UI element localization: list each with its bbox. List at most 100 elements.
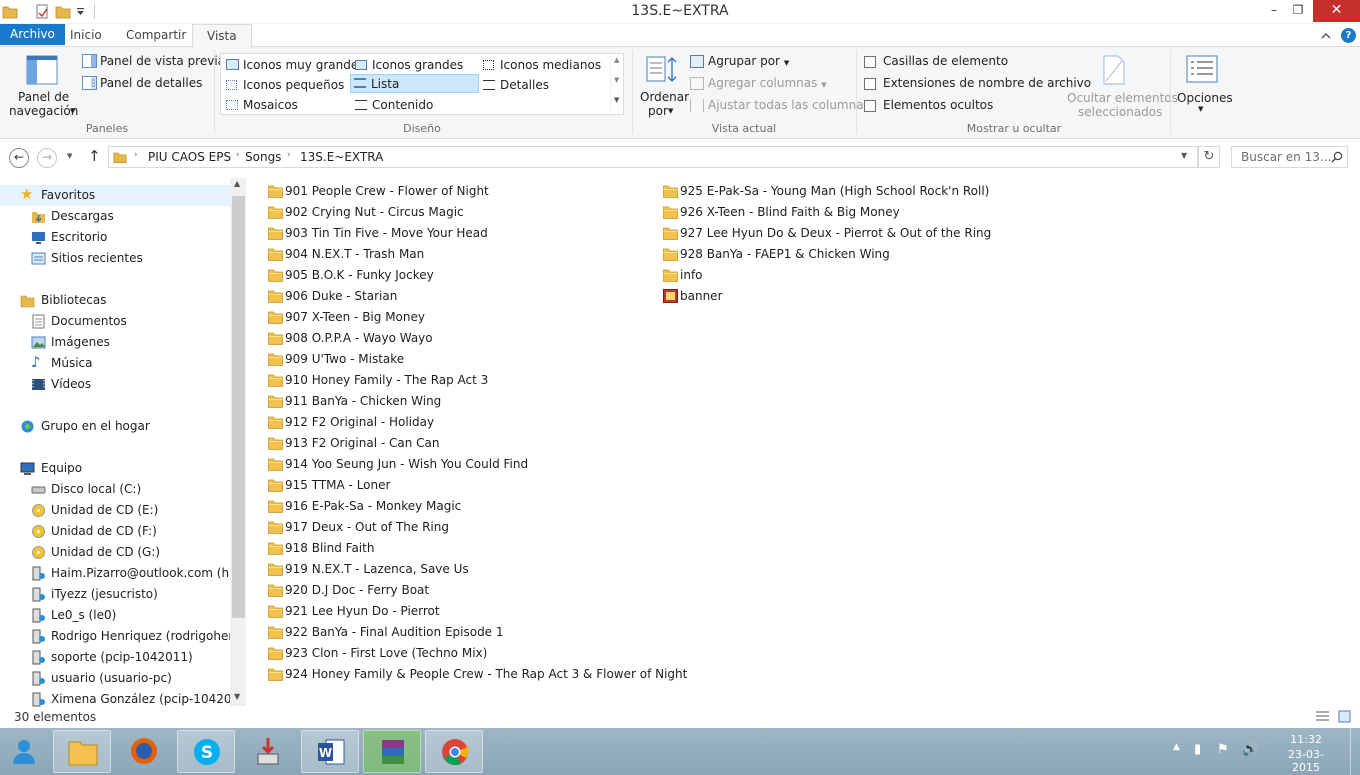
nav-network-user[interactable]: Rodrigo Henriquez (rodrigohenriq: [0, 626, 246, 647]
nav-videos[interactable]: Vídeos: [0, 374, 91, 395]
file-item[interactable]: 920 D.J Doc - Ferry Boat: [268, 580, 429, 601]
nav-network-user[interactable]: soporte (pcip-1042011): [0, 647, 193, 668]
file-item[interactable]: info: [663, 265, 703, 286]
file-item[interactable]: 926 X-Teen - Blind Faith & Big Money: [663, 202, 900, 223]
nav-favorites[interactable]: ★ Favoritos: [0, 185, 95, 206]
file-extensions-checkbox[interactable]: [864, 78, 876, 90]
nav-computer[interactable]: Equipo: [0, 458, 82, 479]
nav-libraries[interactable]: Bibliotecas: [0, 290, 106, 311]
nav-cd-drive-f[interactable]: Unidad de CD (F:): [0, 521, 157, 542]
taskbar-install[interactable]: [239, 730, 297, 773]
scroll-thumb[interactable]: [232, 196, 245, 618]
nav-homegroup[interactable]: Grupo en el hogar: [0, 416, 150, 437]
file-item[interactable]: 922 BanYa - Final Audition Episode 1: [268, 622, 504, 643]
clock[interactable]: 11:32 23-03-2015: [1275, 733, 1337, 774]
taskbar-word[interactable]: W: [301, 730, 359, 773]
file-item[interactable]: 923 Clon - First Love (Techno Mix): [268, 643, 487, 664]
options-button[interactable]: Opciones ▼: [1174, 51, 1233, 117]
nav-network-user[interactable]: usuario (usuario-pc): [0, 668, 172, 689]
back-button[interactable]: ←: [9, 148, 29, 168]
layout-content[interactable]: Contenido: [352, 96, 433, 115]
taskbar-file-explorer[interactable]: [53, 730, 111, 773]
layout-medium-icons[interactable]: Iconos medianos: [480, 56, 601, 75]
preview-pane-button[interactable]: Panel de vista previa: [100, 54, 225, 68]
breadcrumb-piu-caos-eps[interactable]: PIU CAOS EPS: [148, 150, 231, 164]
nav-music[interactable]: ♪ Música: [0, 353, 93, 374]
file-item[interactable]: 914 Yoo Seung Jun - Wish You Could Find: [268, 454, 528, 475]
file-item[interactable]: 913 F2 Original - Can Can: [268, 433, 439, 454]
file-item[interactable]: 909 U'Two - Mistake: [268, 349, 404, 370]
file-item[interactable]: 917 Deux - Out of The Ring: [268, 517, 449, 538]
details-pane-button[interactable]: Panel de detalles: [100, 76, 202, 90]
layout-large-icons[interactable]: Iconos grandes: [352, 56, 463, 75]
breadcrumb-separator-icon[interactable]: ›: [287, 150, 291, 160]
close-button[interactable]: ✕: [1313, 0, 1360, 22]
recent-locations-icon[interactable]: ▼: [67, 152, 72, 160]
navigation-pane-button[interactable]: Panel de navegación ▼: [6, 50, 78, 118]
item-checkboxes-checkbox[interactable]: [864, 56, 876, 68]
group-by-button[interactable]: Agrupar por ▼: [708, 54, 789, 68]
taskbar-firefox[interactable]: [115, 730, 173, 773]
refresh-button[interactable]: ↻: [1198, 146, 1220, 168]
breadcrumb-songs[interactable]: Songs: [245, 150, 281, 164]
file-item[interactable]: 912 F2 Original - Holiday: [268, 412, 434, 433]
layout-gallery-scroll[interactable]: ▲ ▼ ▼: [610, 54, 624, 114]
breadcrumb-separator-icon[interactable]: ›: [236, 150, 240, 160]
file-item[interactable]: 925 E-Pak-Sa - Young Man (High School Ro…: [663, 181, 989, 202]
file-item[interactable]: 910 Honey Family - The Rap Act 3: [268, 370, 488, 391]
layout-list[interactable]: Lista: [350, 74, 479, 93]
nav-documents[interactable]: Documentos: [0, 311, 127, 332]
large-icons-view-icon[interactable]: [1338, 710, 1351, 723]
file-item[interactable]: 903 Tin Tin Five - Move Your Head: [268, 223, 488, 244]
network-tray-icon[interactable]: ▮: [1194, 742, 1201, 757]
layout-details[interactable]: Detalles: [480, 76, 549, 95]
nav-scrollbar[interactable]: ▲ ▼: [230, 178, 246, 706]
taskbar-skype[interactable]: S: [177, 730, 235, 773]
show-hidden-icons-icon[interactable]: ▲: [1173, 742, 1180, 752]
tab-vista[interactable]: Vista: [192, 24, 252, 48]
forward-button[interactable]: →: [37, 148, 57, 168]
nav-pictures[interactable]: Imágenes: [0, 332, 110, 353]
scroll-up-icon[interactable]: ▲: [234, 179, 240, 188]
file-item[interactable]: 911 BanYa - Chicken Wing: [268, 391, 441, 412]
file-item[interactable]: 916 E-Pak-Sa - Monkey Magic: [268, 496, 461, 517]
show-desktop-button[interactable]: [1350, 728, 1360, 775]
expand-gallery-icon[interactable]: ▼: [614, 96, 619, 104]
breadcrumb-current[interactable]: 13S.E~EXTRA: [300, 150, 383, 164]
help-icon[interactable]: ?: [1341, 28, 1356, 43]
file-item[interactable]: 906 Duke - Starian: [268, 286, 397, 307]
file-item[interactable]: 904 N.EX.T - Trash Man: [268, 244, 424, 265]
file-item[interactable]: 919 N.EX.T - Lazenca, Save Us: [268, 559, 469, 580]
tab-compartir[interactable]: Compartir: [112, 24, 200, 47]
volume-icon[interactable]: 🔊: [1242, 742, 1258, 757]
nav-network-user[interactable]: iTyezz (jesucristo): [0, 584, 158, 605]
file-item[interactable]: 927 Lee Hyun Do & Deux - Pierrot & Out o…: [663, 223, 991, 244]
scroll-down-icon[interactable]: ▼: [614, 76, 619, 84]
details-view-icon[interactable]: [1315, 710, 1330, 723]
tab-inicio[interactable]: Inicio: [56, 24, 116, 47]
layout-small-icons[interactable]: Iconos pequeños: [223, 76, 344, 95]
collapse-ribbon-icon[interactable]: [1321, 32, 1331, 39]
scroll-up-icon[interactable]: ▲: [614, 56, 619, 64]
fit-columns-button[interactable]: Ajustar todas las columnas: [708, 98, 870, 112]
file-item[interactable]: 907 X-Teen - Big Money: [268, 307, 425, 328]
layout-extra-large-icons[interactable]: Iconos muy grandes: [223, 56, 364, 75]
maximize-button[interactable]: ❐: [1284, 0, 1312, 22]
nav-network-user[interactable]: Haim.Pizarro@outlook.com (haim: [0, 563, 246, 584]
up-arrow-icon[interactable]: ↑: [88, 147, 101, 165]
address-bar[interactable]: › PIU CAOS EPS › Songs › 13S.E~EXTRA › ▼: [108, 146, 1198, 168]
sort-by-button[interactable]: Ordenar por ▼: [638, 51, 689, 118]
breadcrumb-separator-icon[interactable]: ›: [134, 150, 138, 160]
search-input[interactable]: Buscar en 13...: [1231, 146, 1348, 168]
file-item[interactable]: 902 Crying Nut - Circus Magic: [268, 202, 464, 223]
file-item[interactable]: 924 Honey Family & People Crew - The Rap…: [268, 664, 687, 685]
file-item[interactable]: 908 O.P.P.A - Wayo Wayo: [268, 328, 433, 349]
action-center-icon[interactable]: ⚑: [1217, 742, 1229, 757]
nav-network-user[interactable]: Ximena González (pcip-1042011): [0, 689, 246, 707]
file-item[interactable]: 905 B.O.K - Funky Jockey: [268, 265, 434, 286]
nav-desktop[interactable]: Escritorio: [0, 227, 107, 248]
file-item[interactable]: 921 Lee Hyun Do - Pierrot: [268, 601, 440, 622]
file-item[interactable]: 928 BanYa - FAEP1 & Chicken Wing: [663, 244, 890, 265]
layout-tiles[interactable]: Mosaicos: [223, 96, 298, 115]
nav-recent-places[interactable]: Sitios recientes: [0, 248, 143, 269]
